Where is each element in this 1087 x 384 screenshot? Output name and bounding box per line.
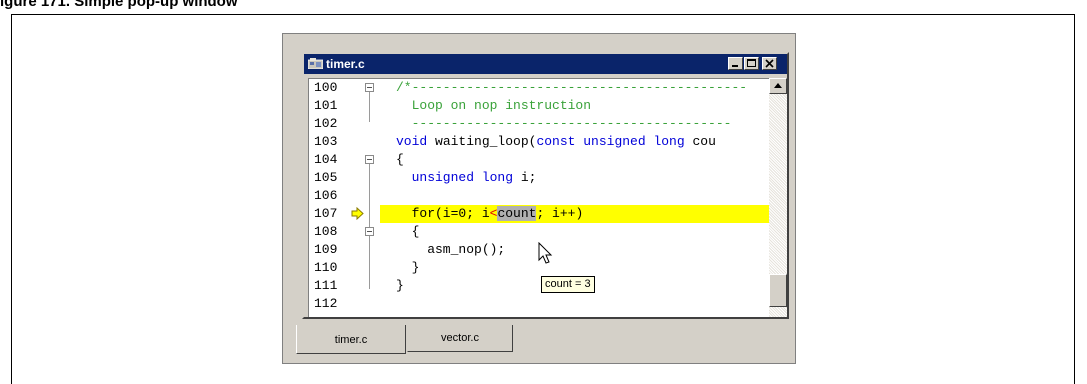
fold-toggle-icon[interactable] [365, 83, 374, 92]
code-line[interactable]: 111 } [309, 277, 769, 295]
code-line[interactable]: 112 [309, 295, 769, 313]
scroll-up-arrow-icon[interactable] [769, 78, 787, 94]
line-number: 110 [314, 260, 338, 275]
code-line[interactable]: 104 { [309, 151, 769, 169]
selected-variable: count [497, 206, 537, 221]
minimize-icon [732, 65, 738, 67]
code-text: unsigned long i; [396, 170, 537, 185]
code-text: } [396, 260, 420, 275]
code-line[interactable]: 103 void waiting_loop(const unsigned lon… [309, 133, 769, 151]
code-text: /*--------------------------------------… [396, 80, 748, 95]
fold-toggle-icon[interactable] [365, 227, 374, 236]
line-number: 102 [314, 116, 338, 131]
code-text: for(i=0; i<count; i++) [396, 206, 584, 221]
figure-heading: igure 171. Simple pop-up window [0, 0, 238, 10]
code-line[interactable]: 102 ------------------------------------… [309, 115, 769, 133]
vertical-scrollbar[interactable] [769, 78, 787, 317]
close-button[interactable] [762, 57, 777, 70]
code-text: asm_nop(); [396, 242, 506, 257]
close-icon [765, 59, 774, 68]
value-tooltip: count = 3 [541, 276, 595, 293]
code-text: { [396, 224, 420, 239]
code-line[interactable]: 100 /*----------------------------------… [309, 79, 769, 97]
code-line[interactable]: 105 unsigned long i; [309, 169, 769, 187]
line-number: 104 [314, 152, 338, 167]
line-number: 108 [314, 224, 338, 239]
line-number: 107 [314, 206, 338, 221]
current-line-arrow-icon [351, 207, 364, 220]
tab-timer-c[interactable]: timer.c [296, 325, 406, 354]
line-number: 101 [314, 98, 338, 113]
code-text: Loop on nop instruction [396, 98, 592, 113]
mouse-pointer-icon [538, 242, 553, 264]
window-titlebar[interactable]: timer.c [304, 54, 787, 74]
line-number: 106 [314, 188, 338, 203]
line-number: 105 [314, 170, 338, 185]
code-line[interactable]: 101 Loop on nop instruction [309, 97, 769, 115]
line-number: 100 [314, 80, 338, 95]
line-number: 103 [314, 134, 338, 149]
code-line[interactable]: 108 { [309, 223, 769, 241]
fold-toggle-icon[interactable] [365, 155, 374, 164]
code-line[interactable]: 106 [309, 187, 769, 205]
window-icon [308, 58, 323, 69]
code-editor[interactable]: 100 /*----------------------------------… [308, 78, 769, 317]
code-text: } [396, 278, 404, 293]
code-text: ----------------------------------------… [396, 116, 732, 131]
scrollbar-thumb[interactable] [769, 274, 787, 307]
editor-window[interactable]: timer.c 100 /*--------------------------… [302, 52, 789, 319]
code-text: { [396, 152, 404, 167]
window-title: timer.c [326, 57, 365, 71]
current-code-line[interactable]: 107 for(i=0; i<count; i++) [309, 205, 769, 223]
tab-vector-c[interactable]: vector.c [407, 325, 513, 352]
line-number: 111 [314, 278, 338, 293]
line-number: 109 [314, 242, 338, 257]
maximize-icon [747, 59, 756, 67]
file-tabs: timer.c vector.c [296, 325, 776, 354]
maximize-button[interactable] [744, 57, 759, 70]
line-number: 112 [314, 296, 338, 311]
minimize-button[interactable] [728, 57, 743, 70]
code-text: void waiting_loop(const unsigned long co… [396, 134, 716, 149]
